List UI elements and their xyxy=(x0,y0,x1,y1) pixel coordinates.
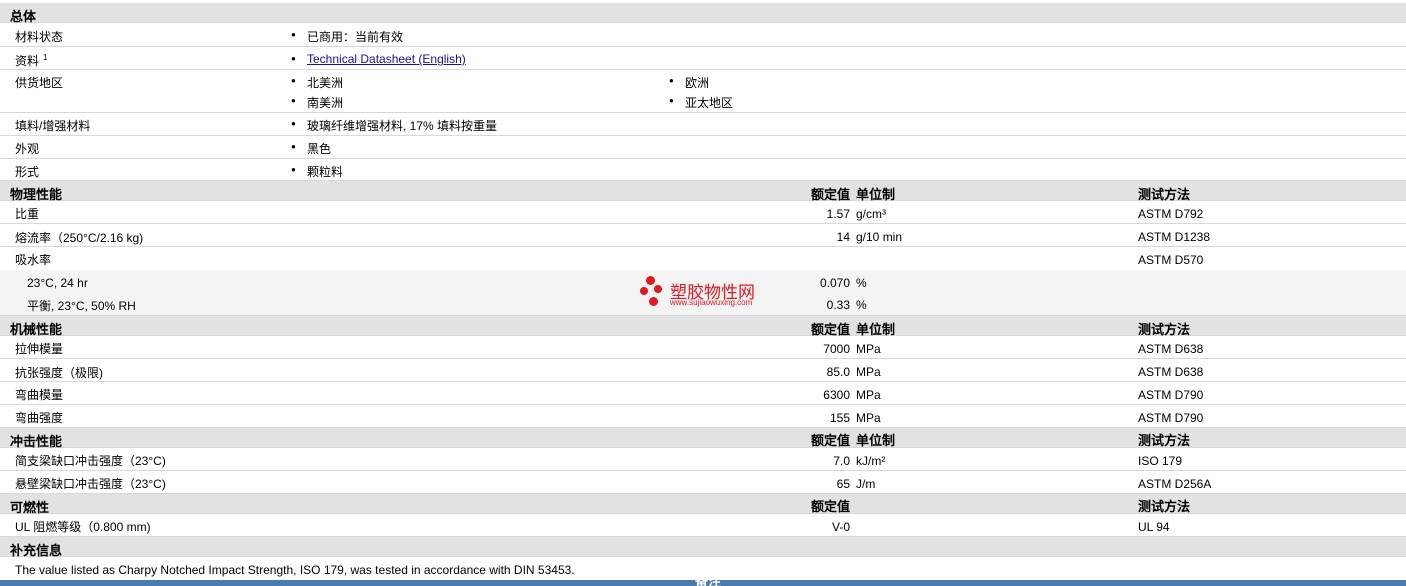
property-unit: MPa xyxy=(856,388,881,402)
property-name: 比重 xyxy=(15,207,40,221)
col-header-test: 测试方法 xyxy=(1138,499,1191,514)
property-test: ASTM D256A xyxy=(1138,477,1212,491)
table-row: 弯曲模量 6300 MPa ASTM D790 xyxy=(0,382,1406,405)
section-supplement-header: 补充信息 xyxy=(0,537,1406,558)
section-mechanical-header: 机械性能 额定值 单位制 测试方法 xyxy=(0,316,1406,337)
property-value: V-0 xyxy=(831,520,850,534)
row-label: 供货地区 xyxy=(15,76,64,90)
property-name: 熔流率（250°C/2.16 kg) xyxy=(15,231,144,245)
section-impact-header: 冲击性能 额定值 单位制 测试方法 xyxy=(0,428,1406,449)
col-header-value: 额定值 xyxy=(810,499,850,514)
property-unit: % xyxy=(856,298,867,312)
property-name: 弯曲模量 xyxy=(15,388,64,402)
row-label: 形式 xyxy=(15,165,40,179)
property-value: 1.57 xyxy=(826,207,850,221)
table-row: 悬壁梁缺口冲击强度（23°C) 65 J/m ASTM D256A xyxy=(0,471,1406,494)
section-general-header: 总体 xyxy=(0,3,1406,24)
property-name: 平衡, 23°C, 50% RH xyxy=(27,299,136,313)
row-value: Technical Datasheet (English) xyxy=(291,52,466,66)
property-value: 6300 xyxy=(823,388,850,402)
notes-title: 备注 xyxy=(695,578,722,586)
row-label: 资料 1 xyxy=(15,53,48,68)
row-value: 颗粒料 xyxy=(291,163,343,180)
row-material-status: 材料状态 已商用：当前有效 xyxy=(0,24,1406,47)
col-header-value: 额定值 xyxy=(810,433,850,448)
row-label: 材料状态 xyxy=(15,30,64,44)
property-unit: MPa xyxy=(856,365,881,379)
region-item: 北美洲 xyxy=(291,74,343,91)
property-name: 弯曲强度 xyxy=(15,411,64,425)
table-row: 简支梁缺口冲击强度（23°C) 7.0 kJ/m² ISO 179 xyxy=(0,448,1406,471)
watermark-url: www.sujiaowuxing.com xyxy=(670,298,753,307)
property-name: UL 阻燃等级（0.800 mm) xyxy=(15,520,151,534)
property-value: 14 xyxy=(836,230,850,244)
supplement-text: The value listed as Charpy Notched Impac… xyxy=(15,563,575,577)
section-flammability-header: 可燃性 额定值 测试方法 xyxy=(0,494,1406,515)
table-row: UL 阻燃等级（0.800 mm) V-0 UL 94 xyxy=(0,514,1406,537)
property-unit: MPa xyxy=(856,342,881,356)
property-test: ASTM D1238 xyxy=(1138,230,1211,244)
table-row: 比重 1.57 g/cm³ ASTM D792 xyxy=(0,201,1406,224)
row-form: 形式 颗粒料 xyxy=(0,159,1406,181)
property-test: ASTM D792 xyxy=(1138,207,1204,221)
region-item: 欧洲 xyxy=(669,74,709,91)
property-value: 0.070 xyxy=(819,276,850,290)
row-label: 填料/增强材料 xyxy=(15,119,91,133)
table-row: 拉伸模量 7000 MPa ASTM D638 xyxy=(0,336,1406,359)
supplement-row: The value listed as Charpy Notched Impac… xyxy=(0,557,1406,580)
table-row: 弯曲强度 155 MPa ASTM D790 xyxy=(0,405,1406,428)
col-header-unit: 单位制 xyxy=(856,433,896,448)
property-unit: g/10 min xyxy=(856,230,903,244)
property-name: 吸水率 xyxy=(15,253,52,267)
notes-section-bar: 备注 xyxy=(0,578,1406,586)
property-test: ASTM D570 xyxy=(1138,253,1204,267)
property-value: 85.0 xyxy=(826,365,850,379)
technical-datasheet-link[interactable]: Technical Datasheet (English) xyxy=(307,52,466,66)
property-value: 65 xyxy=(836,477,850,491)
row-docs: 资料1 Technical Datasheet (English) xyxy=(0,47,1406,70)
section-title: 总体 xyxy=(10,9,37,24)
property-test: ISO 179 xyxy=(1138,454,1183,468)
row-value: 玻璃纤维增强材料, 17% 填料按重量 xyxy=(291,117,497,134)
property-name: 简支梁缺口冲击强度（23°C) xyxy=(15,454,166,468)
property-value: 155 xyxy=(829,411,850,425)
table-row: 抗张强度（极限) 85.0 MPa ASTM D638 xyxy=(0,359,1406,382)
property-test: ASTM D638 xyxy=(1138,342,1204,356)
logo-dot-icon xyxy=(649,297,658,306)
property-value: 0.33 xyxy=(826,298,850,312)
property-test: ASTM D790 xyxy=(1138,411,1204,425)
property-name: 抗张强度（极限) xyxy=(15,366,103,380)
property-name: 拉伸模量 xyxy=(15,342,64,356)
logo-dot-icon xyxy=(646,276,655,285)
property-unit: MPa xyxy=(856,411,881,425)
table-row: 吸水率 ASTM D570 xyxy=(0,247,1406,270)
property-test: UL 94 xyxy=(1138,520,1170,534)
property-unit: J/m xyxy=(856,477,876,491)
property-name: 23°C, 24 hr xyxy=(27,276,88,290)
property-unit: g/cm³ xyxy=(856,207,886,221)
row-value: 黑色 xyxy=(291,140,331,157)
logo-dot-icon xyxy=(640,287,648,295)
property-test: ASTM D638 xyxy=(1138,365,1204,379)
row-regions: 供货地区 北美洲 欧洲 南美洲 亚太地区 xyxy=(0,70,1406,113)
property-name: 悬壁梁缺口冲击强度（23°C) xyxy=(15,477,166,491)
region-item: 南美洲 xyxy=(291,94,343,111)
row-label: 外观 xyxy=(15,142,40,156)
col-header-test: 测试方法 xyxy=(1138,433,1191,448)
row-filler: 填料/增强材料 玻璃纤维增强材料, 17% 填料按重量 xyxy=(0,113,1406,136)
property-test: ASTM D790 xyxy=(1138,388,1204,402)
logo-dot-icon xyxy=(654,285,662,293)
section-physical-header: 物理性能 额定值 单位制 测试方法 xyxy=(0,181,1406,202)
row-appearance: 外观 黑色 xyxy=(0,136,1406,159)
property-value: 7.0 xyxy=(833,454,850,468)
property-unit: % xyxy=(856,276,867,290)
table-row: 熔流率（250°C/2.16 kg) 14 g/10 min ASTM D123… xyxy=(0,224,1406,247)
region-item: 亚太地区 xyxy=(669,94,733,111)
row-value: 已商用：当前有效 xyxy=(291,28,403,45)
property-value: 7000 xyxy=(823,342,850,356)
property-unit: kJ/m² xyxy=(856,454,886,468)
